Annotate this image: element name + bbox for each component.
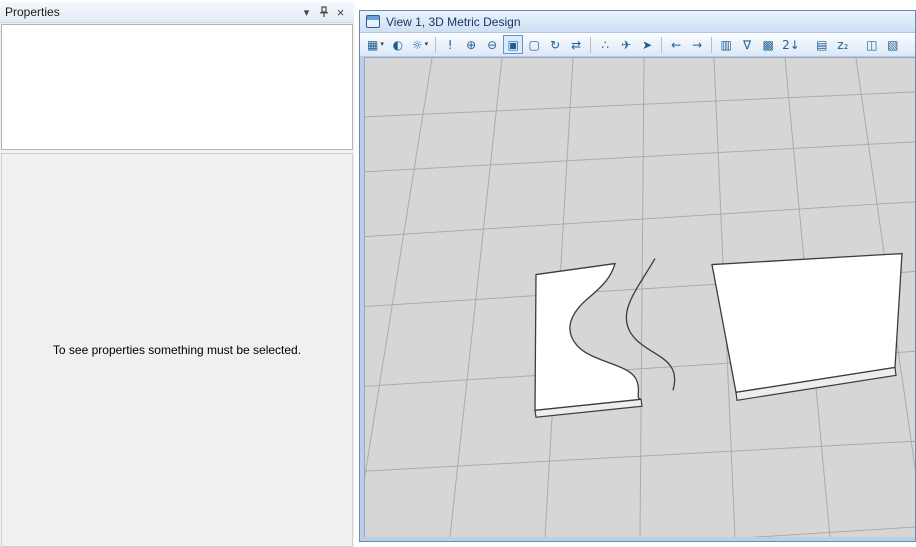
clip-volume-button[interactable]: ∇	[737, 35, 757, 54]
update-display-depth-button[interactable]: z₂	[833, 35, 853, 54]
properties-title: Properties	[5, 5, 60, 19]
s-solid-top-face[interactable]	[534, 262, 642, 411]
walk-icon: ∴	[601, 37, 609, 52]
view-toolbar: ▦ ▾ ◐ ☼ ▾! ⊕ ⊖ ▣ ▢ ↻ ⇄ ∴ ✈ ➤ ← → ▥ ∇ ▩ 2↓ ▤ z₂ ◫ ▧	[360, 33, 915, 57]
copy-view-icon: ▥	[720, 37, 732, 52]
s-curve-line[interactable]	[625, 258, 676, 391]
rotate-view-icon: ↻	[550, 37, 561, 52]
camera-tool-button[interactable]: !	[440, 35, 460, 54]
view-window-controls-button[interactable]: ◫	[862, 35, 882, 54]
view-previous-button[interactable]: ←	[666, 35, 686, 54]
view-next-button[interactable]: →	[687, 35, 707, 54]
pan-view-button[interactable]: ⇄	[566, 35, 586, 54]
rectangular-slab[interactable]	[711, 252, 903, 401]
view-title-bar[interactable]: View 1, 3D Metric Design	[360, 11, 915, 33]
camera-tool-icon: !	[447, 37, 453, 52]
view-window-controls-icon: ◫	[866, 37, 878, 52]
toolbar-separator	[435, 36, 437, 53]
view-attributes-icon: ▦	[367, 37, 379, 52]
dropdown-arrow-icon: ▾	[424, 40, 429, 48]
toolbar-separator	[711, 36, 713, 53]
set-display-depth-icon: 2↓	[782, 37, 800, 52]
camera-view-button[interactable]: ▧	[883, 35, 903, 54]
fit-view-icon: ▢	[528, 37, 540, 52]
copy-view-button[interactable]: ▥	[716, 35, 736, 54]
properties-panel: Properties ▾ × To see properties somethi…	[0, 2, 354, 547]
fly-button[interactable]: ✈	[616, 35, 636, 54]
view-title: View 1, 3D Metric Design	[386, 14, 521, 29]
view-next-icon: →	[692, 37, 703, 52]
pin-icon	[319, 6, 328, 17]
navigate-view-icon: ➤	[642, 37, 653, 52]
properties-detail-area: To see properties something must be sele…	[1, 153, 353, 547]
zoom-out-button[interactable]: ⊖	[482, 35, 502, 54]
saved-views-icon: ▤	[816, 37, 828, 52]
properties-title-bar: Properties ▾ ×	[0, 2, 354, 23]
clip-mask-button[interactable]: ▩	[758, 35, 778, 54]
zoom-in-icon: ⊕	[466, 37, 477, 52]
view-window: View 1, 3D Metric Design ▦ ▾ ◐ ☼ ▾! ⊕ ⊖ ▣ ▢ ↻ ⇄ ∴ ✈ ➤…	[359, 10, 916, 542]
walk-button[interactable]: ∴	[595, 35, 615, 54]
window-area-button[interactable]: ▣	[503, 35, 524, 54]
properties-tree-area[interactable]	[1, 24, 353, 150]
toolbar-separator	[661, 36, 663, 53]
adjust-view-brightness-button[interactable]: ☼ ▾	[409, 35, 431, 54]
saved-views-button[interactable]: ▤	[812, 35, 832, 54]
design-viewport[interactable]	[364, 57, 915, 537]
dropdown-arrow-icon: ▾	[380, 40, 384, 48]
view-previous-icon: ←	[671, 37, 682, 52]
camera-view-icon: ▧	[887, 37, 899, 52]
update-display-depth-icon: z₂	[837, 37, 849, 52]
zoom-out-icon: ⊖	[487, 37, 498, 52]
window-area-icon: ▣	[507, 37, 519, 52]
display-style-button[interactable]: ◐	[388, 35, 408, 54]
view-attributes-button[interactable]: ▦ ▾	[364, 35, 387, 54]
display-style-icon: ◐	[392, 37, 404, 52]
pan-view-icon: ⇄	[571, 37, 582, 52]
chevron-down-icon: ▾	[303, 6, 310, 19]
panel-pin-button[interactable]	[315, 4, 332, 20]
fit-view-button[interactable]: ▢	[524, 35, 544, 54]
empty-selection-message: To see properties something must be sele…	[52, 343, 302, 357]
view-window-icon	[366, 15, 380, 28]
s-shaped-solid[interactable]	[534, 262, 643, 418]
set-display-depth-button[interactable]: 2↓	[779, 35, 803, 54]
fly-icon: ✈	[621, 37, 632, 52]
navigate-view-button[interactable]: ➤	[637, 35, 657, 54]
viewport-canvas	[365, 58, 915, 537]
toolbar-separator	[590, 36, 592, 53]
clip-mask-icon: ▩	[762, 37, 774, 52]
rotate-view-button[interactable]: ↻	[545, 35, 565, 54]
zoom-in-button[interactable]: ⊕	[461, 35, 481, 54]
panel-close-button[interactable]: ×	[332, 4, 349, 20]
clip-volume-icon: ∇	[743, 37, 752, 52]
panel-menu-button[interactable]: ▾	[298, 4, 315, 20]
close-icon: ×	[336, 4, 345, 20]
adjust-view-brightness-icon: ☼	[411, 37, 423, 52]
